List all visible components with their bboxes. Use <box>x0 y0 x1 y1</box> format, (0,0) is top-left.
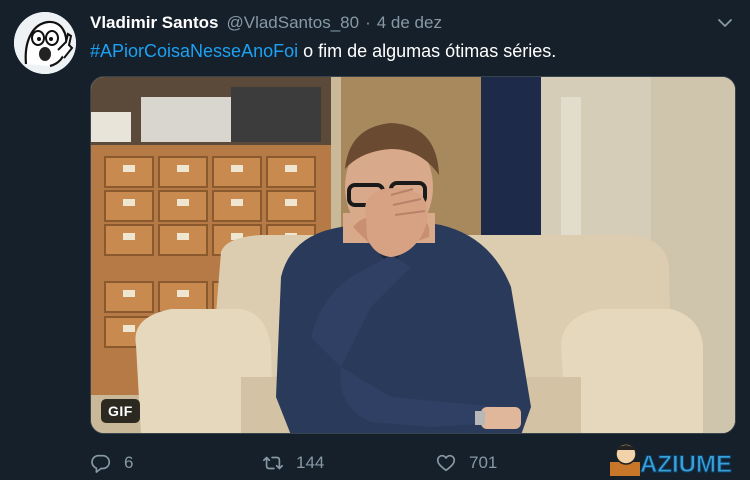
tweet-text: #APiorCoisaNesseAnoFoi o fim de algumas … <box>90 41 556 62</box>
tweet-actions: 6 144 701 <box>90 452 610 478</box>
tweet: Vladimir Santos @VladSantos_80 · 4 de de… <box>0 0 750 480</box>
gif-badge: GIF <box>101 399 140 423</box>
hashtag-link[interactable]: #APiorCoisaNesseAnoFoi <box>90 41 298 61</box>
avatar-rage-face-image <box>14 12 76 74</box>
reply-count: 6 <box>124 453 134 472</box>
aziume-logo-image: AZIUME <box>610 443 733 479</box>
tweet-header: Vladimir Santos @VladSantos_80 · 4 de de… <box>90 13 442 37</box>
retweet-count: 144 <box>296 453 325 472</box>
tweet-body: o fim de algumas ótimas séries. <box>298 41 557 61</box>
user-handle[interactable]: @VladSantos_80 <box>226 13 359 33</box>
like-button[interactable]: 701 <box>435 452 497 474</box>
heart-icon <box>436 454 456 472</box>
like-count: 701 <box>469 453 498 472</box>
separator-dot: · <box>365 13 371 32</box>
watermark-brand-text: AZIUME <box>640 451 732 478</box>
aziume-watermark-logo: AZIUME <box>600 438 750 480</box>
reply-icon <box>91 454 111 473</box>
avatar[interactable] <box>14 12 76 74</box>
chevron-down-icon[interactable] <box>716 14 734 32</box>
display-name[interactable]: Vladimir Santos <box>90 13 218 33</box>
gif-frame-image <box>91 77 735 433</box>
reply-button[interactable]: 6 <box>90 452 133 474</box>
tweet-media-gif[interactable]: GIF <box>90 76 736 434</box>
retweet-button[interactable]: 144 <box>262 452 324 474</box>
tweet-date[interactable]: 4 de dez <box>377 13 442 33</box>
retweet-icon <box>263 456 283 470</box>
